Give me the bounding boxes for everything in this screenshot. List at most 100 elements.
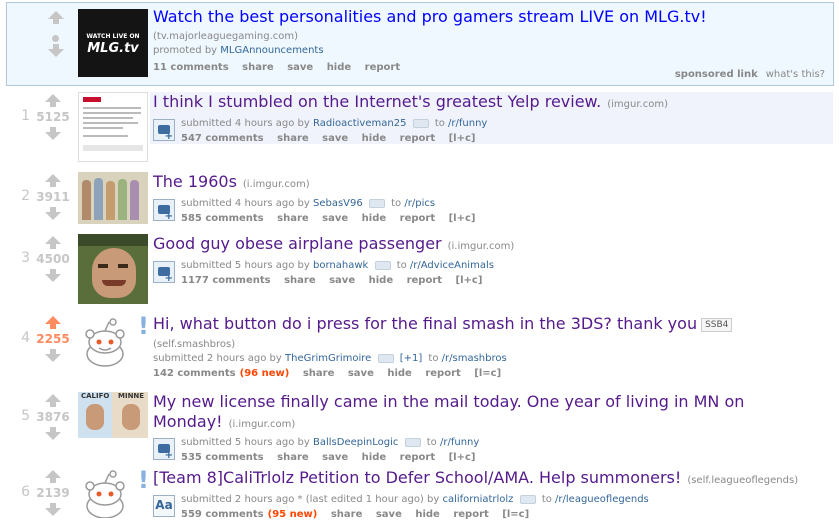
new-comments-count[interactable]: (95 new) (268, 509, 318, 520)
share-button[interactable]: share (242, 62, 274, 73)
link-comments-button[interactable]: [l+c] (449, 213, 476, 224)
post-thumbnail[interactable] (78, 172, 148, 224)
message-icon[interactable] (412, 118, 429, 128)
comments-button[interactable]: 559 comments (181, 509, 264, 520)
link-comments-button[interactable]: [l=c] (474, 368, 501, 379)
hide-button[interactable]: hide (362, 213, 387, 224)
promoted-author-link[interactable]: MLGAnnouncements (220, 45, 323, 56)
link-comments-button[interactable]: [l=c] (502, 509, 529, 520)
subreddit-link[interactable]: /r/funny (448, 118, 487, 129)
comments-button[interactable]: 535 comments (181, 452, 264, 463)
post-title-link[interactable]: I think I stumbled on the Internet's gre… (153, 92, 601, 111)
hide-button[interactable]: hide (327, 62, 352, 73)
reddit-alien-self-icon[interactable] (80, 470, 130, 518)
upvote-arrow-icon[interactable] (45, 394, 61, 407)
save-button[interactable]: save (322, 452, 348, 463)
downvote-arrow-icon[interactable] (45, 207, 61, 220)
message-icon[interactable] (377, 353, 394, 363)
report-button[interactable]: report (453, 509, 488, 520)
save-button[interactable]: save (376, 509, 402, 520)
post-title-link[interactable]: Hi, what button do i press for the final… (153, 314, 697, 333)
share-button[interactable]: share (277, 452, 309, 463)
subreddit-link[interactable]: /r/smashbros (442, 353, 507, 364)
downvote-arrow-icon[interactable] (45, 427, 61, 440)
post-thumbnail[interactable]: CALIFO MINNE (78, 392, 148, 438)
expando-text-button[interactable]: Aa (153, 495, 175, 517)
report-button[interactable]: report (400, 133, 435, 144)
upvote-arrow-icon[interactable] (45, 470, 61, 483)
upvote-arrow-icon[interactable] (48, 11, 64, 24)
upvote-arrow-icon[interactable] (45, 94, 61, 107)
post-title-link[interactable]: Good guy obese airplane passenger (153, 234, 442, 253)
upvote-arrow-icon[interactable] (45, 316, 61, 329)
expando-image-button[interactable] (153, 438, 175, 461)
hide-button[interactable]: hide (387, 368, 412, 379)
comments-button[interactable]: 547 comments (181, 133, 264, 144)
author-link[interactable]: BallsDeepinLogic (313, 437, 398, 448)
hide-button[interactable]: hide (362, 452, 387, 463)
subreddit-link[interactable]: /r/leagueoflegends (555, 494, 649, 505)
whats-this-link[interactable]: what's this? (766, 69, 825, 80)
post-thumbnail[interactable] (78, 92, 148, 162)
expando-image-button[interactable] (153, 261, 175, 284)
subreddit-link[interactable]: /r/pics (404, 198, 435, 209)
message-icon[interactable] (368, 198, 385, 208)
comments-button[interactable]: 1177 comments (181, 275, 271, 286)
subreddit-link[interactable]: /r/funny (440, 437, 479, 448)
share-button[interactable]: share (284, 275, 316, 286)
downvote-arrow-icon[interactable] (45, 127, 61, 140)
post-thumbnail[interactable] (78, 234, 148, 304)
downvote-arrow-icon[interactable] (45, 503, 61, 516)
report-button[interactable]: report (365, 62, 400, 73)
post-domain[interactable]: (imgur.com) (607, 99, 668, 110)
author-link[interactable]: TheGrimGrimoire (285, 353, 371, 364)
expando-image-button[interactable] (153, 199, 175, 222)
downvote-arrow-icon[interactable] (45, 269, 61, 282)
save-button[interactable]: save (287, 62, 313, 73)
report-button[interactable]: report (425, 368, 460, 379)
report-button[interactable]: report (400, 452, 435, 463)
subreddit-link[interactable]: /r/AdviceAnimals (410, 260, 494, 271)
new-comments-count[interactable]: (96 new) (240, 368, 290, 379)
report-button[interactable]: report (407, 275, 442, 286)
promoted-title-link[interactable]: Watch the best personalities and pro gam… (153, 7, 707, 26)
report-button[interactable]: report (400, 213, 435, 224)
link-comments-button[interactable]: [l+c] (449, 133, 476, 144)
save-button[interactable]: save (322, 213, 348, 224)
link-comments-button[interactable]: [l+c] (449, 452, 476, 463)
save-button[interactable]: save (329, 275, 355, 286)
post-domain[interactable]: (self.smashbros) (153, 338, 835, 352)
expando-image-button[interactable] (153, 119, 175, 142)
upvote-arrow-icon[interactable] (45, 236, 61, 249)
post-domain[interactable]: (i.imgur.com) (229, 419, 296, 430)
share-button[interactable]: share (277, 133, 309, 144)
save-button[interactable]: save (322, 133, 348, 144)
reddit-alien-self-icon[interactable] (80, 318, 130, 370)
downvote-arrow-icon[interactable] (48, 44, 64, 57)
author-link[interactable]: SebasV96 (313, 198, 363, 209)
hide-button[interactable]: hide (362, 133, 387, 144)
hide-button[interactable]: hide (369, 275, 394, 286)
post-domain[interactable]: (i.imgur.com) (243, 179, 310, 190)
post-domain[interactable]: (self.leagueoflegends) (687, 475, 798, 486)
upvote-arrow-icon[interactable] (45, 174, 61, 187)
post-title-link[interactable]: [Team 8]CaliTrlolz Petition to Defer Sch… (153, 468, 681, 487)
comments-button[interactable]: 585 comments (181, 213, 264, 224)
hide-button[interactable]: hide (415, 509, 440, 520)
author-link[interactable]: Radioactiveman25 (313, 118, 406, 129)
link-comments-button[interactable]: [l+c] (456, 275, 483, 286)
author-link[interactable]: bornahawk (313, 260, 368, 271)
message-icon[interactable] (374, 260, 391, 270)
downvote-arrow-icon[interactable] (45, 349, 61, 362)
comments-button[interactable]: 11 comments (153, 62, 229, 73)
promoted-domain[interactable]: (tv.majorleaguegaming.com) (153, 30, 829, 44)
share-button[interactable]: share (331, 509, 363, 520)
post-title-link[interactable]: The 1960s (153, 172, 237, 191)
promoted-thumbnail[interactable]: WATCH LIVE ON MLG.tv (78, 9, 148, 77)
message-icon[interactable] (519, 494, 536, 504)
share-button[interactable]: share (277, 213, 309, 224)
comments-button[interactable]: 142 comments (153, 368, 236, 379)
author-link[interactable]: californiatrlolz (442, 494, 513, 505)
message-icon[interactable] (404, 437, 421, 447)
share-button[interactable]: share (303, 368, 335, 379)
